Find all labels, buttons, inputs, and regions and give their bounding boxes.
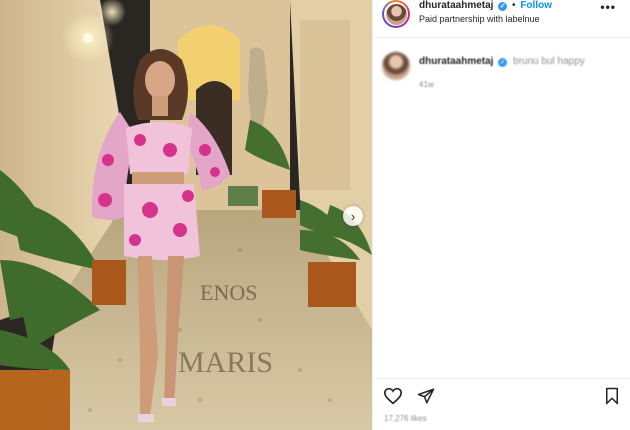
post-actions: 17,276 likes <box>373 378 630 430</box>
follow-button[interactable]: Follow <box>520 0 552 11</box>
heart-icon[interactable] <box>383 387 403 405</box>
caption-comment: dhurataahmetaj ✓ brunu bul happy 41w <box>382 52 622 92</box>
bookmark-icon[interactable] <box>604 387 620 405</box>
more-options-button[interactable]: ••• <box>600 0 616 14</box>
chevron-right-icon: › <box>350 208 356 224</box>
photo-illustration: ENOS MARIS <box>0 0 372 430</box>
caption-avatar[interactable] <box>382 52 410 80</box>
author-line: dhurataahmetaj ✓ • Follow <box>419 0 552 11</box>
caption-text: dhurataahmetaj ✓ brunu bul happy <box>419 56 585 67</box>
instagram-post: ENOS MARIS › dhurataahmetaj ✓ • Follow P… <box>0 0 630 430</box>
separator-dot: • <box>512 0 516 11</box>
avatar-image <box>385 3 407 25</box>
post-header: dhurataahmetaj ✓ • Follow Paid partnersh… <box>373 0 630 38</box>
post-photo[interactable]: ENOS MARIS › <box>0 0 372 430</box>
caption-username[interactable]: dhurataahmetaj <box>419 56 493 67</box>
paid-partnership-label[interactable]: Paid partnership with labelnue <box>419 14 540 24</box>
mosaic-text-top: ENOS <box>200 280 257 305</box>
caption-timestamp[interactable]: 41w <box>419 80 434 89</box>
verified-badge-icon: ✓ <box>498 58 508 67</box>
mosaic-text-bottom: MARIS <box>178 346 273 379</box>
post-side-panel: dhurataahmetaj ✓ • Follow Paid partnersh… <box>372 0 630 430</box>
verified-badge-icon: ✓ <box>498 2 508 11</box>
caption-body: brunu bul happy <box>513 56 585 67</box>
author-avatar[interactable] <box>382 0 410 28</box>
next-photo-button[interactable]: › <box>343 206 363 226</box>
likes-count[interactable]: 17,276 likes <box>384 414 427 423</box>
paper-plane-icon[interactable] <box>417 387 435 405</box>
author-username[interactable]: dhurataahmetaj <box>419 0 493 11</box>
